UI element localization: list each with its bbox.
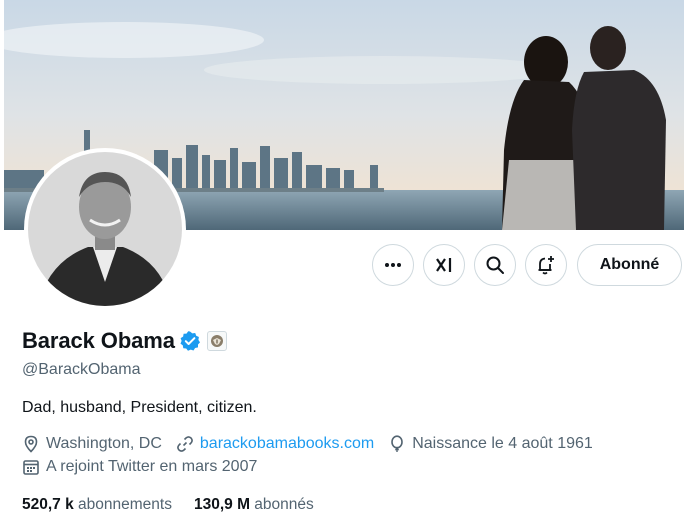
search-button[interactable] xyxy=(474,244,516,286)
profile-location: Washington, DC xyxy=(46,435,162,452)
follow-button[interactable]: Abonné xyxy=(577,244,682,286)
profile-bio: Dad, husband, President, citizen. xyxy=(22,399,257,416)
profile-joined-row: A rejoint Twitter en mars 2007 xyxy=(22,458,271,476)
profile-name-row: Barack Obama xyxy=(22,328,227,354)
birth-item: Naissance le 4 août 1961 xyxy=(388,435,593,453)
following-label: abonnements xyxy=(78,496,172,513)
grok-button[interactable] xyxy=(423,244,465,286)
balloon-icon xyxy=(391,435,404,452)
website-item: barackobamabooks.com xyxy=(176,435,374,453)
following-count: 520,7 k xyxy=(22,496,74,513)
followers-label: abonnés xyxy=(254,496,314,513)
profile-birth: Naissance le 4 août 1961 xyxy=(412,435,593,452)
location-item: Washington, DC xyxy=(22,435,162,453)
link-icon xyxy=(177,436,193,452)
profile-actions: Abonné xyxy=(0,244,684,286)
profile-stats: 520,7 k abonnements 130,9 M abonnés xyxy=(22,496,336,514)
profile-meta-row: Washington, DC barackobamabooks.com Nais… xyxy=(22,435,607,453)
calendar-icon xyxy=(23,460,39,475)
verified-badge-icon[interactable] xyxy=(179,330,201,352)
profile-name: Barack Obama xyxy=(22,328,175,353)
search-icon xyxy=(486,256,504,274)
notifications-button[interactable] xyxy=(525,244,567,286)
followers-count: 130,9 M xyxy=(193,496,250,513)
following-stat[interactable]: 520,7 k abonnements xyxy=(22,496,172,514)
more-icon xyxy=(385,263,401,267)
more-button[interactable] xyxy=(372,244,414,286)
profile-handle: @BarackObama xyxy=(22,361,141,378)
followers-stat[interactable]: 130,9 M abonnés xyxy=(194,496,314,514)
profile-joined: A rejoint Twitter en mars 2007 xyxy=(46,458,258,475)
location-pin-icon xyxy=(24,435,38,453)
profile-website-link[interactable]: barackobamabooks.com xyxy=(200,435,374,453)
government-seal-icon[interactable] xyxy=(206,331,227,351)
notification-bell-icon xyxy=(538,256,554,275)
grok-icon xyxy=(436,258,452,272)
joined-item: A rejoint Twitter en mars 2007 xyxy=(22,458,257,476)
